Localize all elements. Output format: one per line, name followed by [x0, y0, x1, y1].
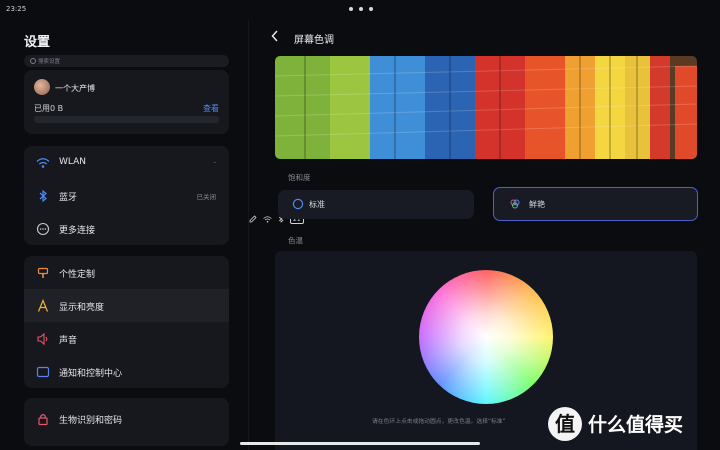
vivid-option-button[interactable]: 鲜艳 — [493, 187, 698, 221]
watermark-logo: 值 什么值得买 — [548, 405, 716, 443]
back-arrow-icon[interactable] — [270, 29, 280, 43]
sidebar-item-more-connections[interactable]: 更多连接 — [24, 212, 229, 245]
sidebar-item-biometrics-password[interactable]: 生物识别和密码 — [24, 402, 229, 435]
wifi-icon — [36, 158, 50, 168]
security-group: 生物识别和密码 — [24, 398, 229, 446]
sidebar-item-label: WLAN — [59, 157, 87, 167]
status-bar: 23:25 21 — [0, 0, 720, 224]
sidebar-item-value: - — [213, 158, 216, 166]
sidebar-item-notification[interactable]: 通知和控制中心 — [24, 355, 229, 388]
sidebar-item-wlan[interactable]: WLAN - — [24, 146, 229, 179]
network-group: WLAN - 蓝牙 已关闭 更多连接 — [24, 146, 229, 245]
account-name: 一个大产博 — [55, 84, 95, 93]
watermark-badge: 值 — [548, 407, 582, 441]
personal-group: 个性定制 显示和亮度 声音 通知和控制中心 — [24, 256, 229, 388]
sidebar-item-label: 通知和控制中心 — [59, 369, 123, 379]
page-title: 屏幕色调 — [294, 35, 334, 46]
search-placeholder: 搜索设置 — [38, 59, 61, 65]
preview-image — [275, 56, 697, 159]
lock-icon — [38, 414, 48, 426]
storage-used: 已用0 B — [34, 104, 64, 113]
sidebar-item-personalize[interactable]: 个性定制 — [24, 256, 229, 289]
more-connections-icon — [36, 222, 50, 236]
sidebar-item-label: 更多连接 — [59, 226, 96, 236]
storage-progress-bar — [34, 116, 219, 123]
sidebar-item-display-brightness[interactable]: 显示和亮度 — [24, 289, 229, 322]
display-brightness-icon — [37, 299, 49, 312]
sidebar-item-sound[interactable]: 声音 — [24, 322, 229, 355]
sound-icon — [37, 332, 48, 346]
view-storage-link[interactable]: 查看 — [203, 103, 219, 114]
sidebar-item-label: 蓝牙 — [59, 193, 78, 203]
settings-sidebar: 设置 搜索设置 一个大产博 已用0 B 查看 WLAN - 蓝牙 已关闭 更多连… — [0, 20, 248, 450]
search-input[interactable]: 搜索设置 — [24, 55, 229, 67]
sidebar-item-label: 显示和亮度 — [59, 303, 105, 313]
sidebar-item-label: 生物识别和密码 — [59, 416, 123, 426]
notification-icon — [36, 366, 50, 378]
vivid-option-label: 鲜艳 — [529, 200, 545, 209]
saturation-label: 饱和度 — [288, 173, 311, 182]
vivid-mode-icon — [510, 199, 520, 209]
settings-title: 设置 — [24, 35, 51, 50]
standard-mode-icon — [292, 198, 304, 210]
status-time: 23:25 — [6, 5, 27, 13]
standard-option-label: 标准 — [309, 200, 325, 209]
bluetooth-icon — [39, 189, 47, 203]
sidebar-item-bluetooth[interactable]: 蓝牙 已关闭 — [24, 179, 229, 212]
watermark-text: 什么值得买 — [588, 414, 684, 436]
screen-tone-panel: 屏幕色调 饱和度 标准 鲜艳 色温 请在色环上点击或拖动圆点，更改色温。选择“标… — [249, 20, 720, 450]
color-temperature-label: 色温 — [288, 236, 303, 245]
sidebar-item-label: 声音 — [59, 336, 78, 346]
avatar — [34, 79, 50, 95]
sidebar-item-label: 个性定制 — [59, 270, 96, 280]
home-indicator[interactable] — [240, 442, 480, 445]
search-icon — [30, 58, 36, 64]
sidebar-item-value: 已关闭 — [196, 193, 217, 201]
personalize-icon — [37, 267, 49, 278]
standard-option-button[interactable]: 标准 — [278, 190, 474, 219]
account-card[interactable]: 一个大产博 已用0 B 查看 — [24, 70, 229, 134]
color-wheel[interactable] — [419, 270, 553, 404]
color-wheel-hint: 请在色环上点击或拖动圆点，更改色温。选择“标准” — [372, 419, 506, 425]
